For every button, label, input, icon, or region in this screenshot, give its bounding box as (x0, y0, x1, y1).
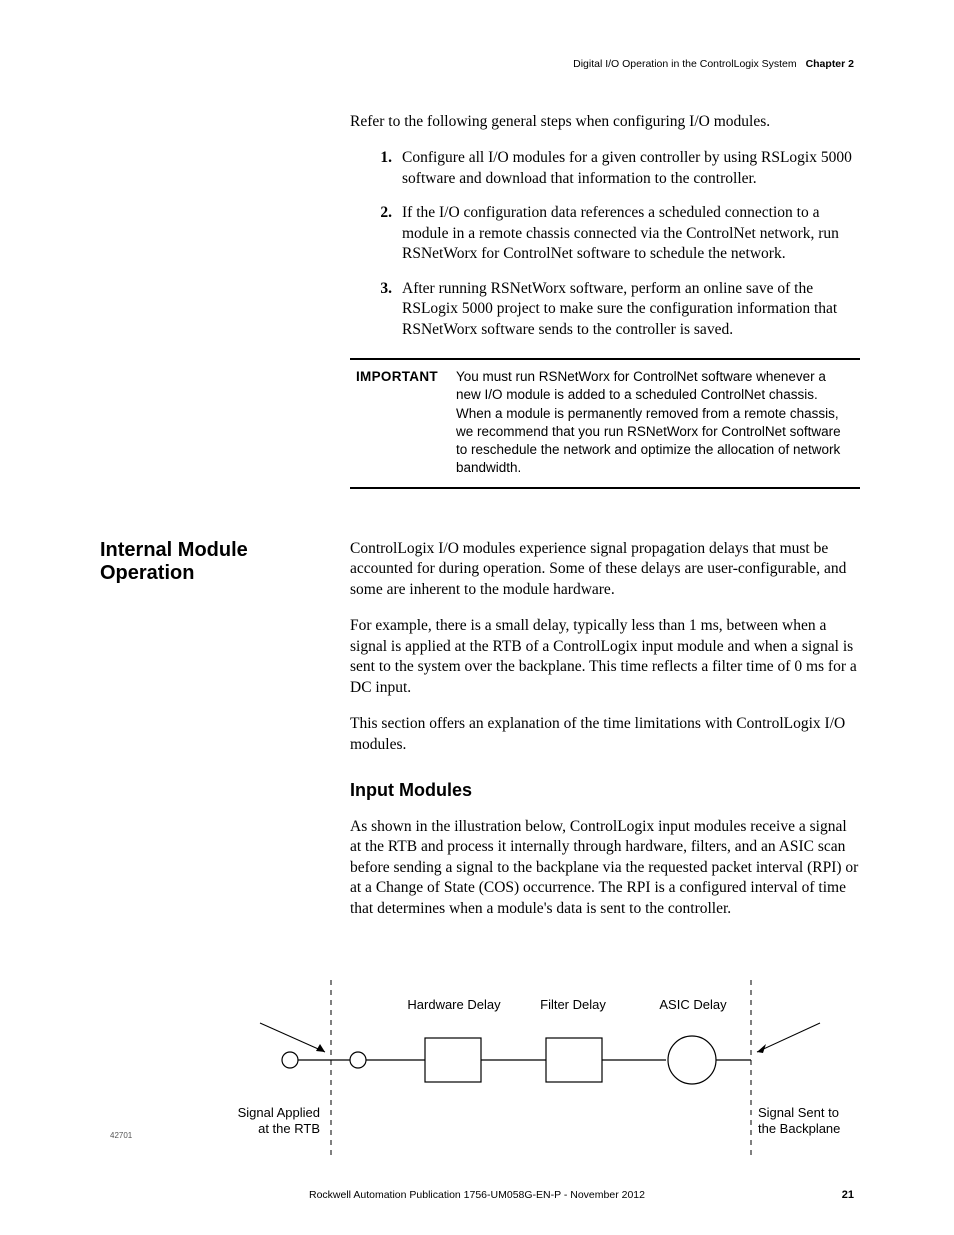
step-item: 3. After running RSNetWorx software, per… (350, 279, 860, 340)
important-text: You must run RSNetWorx for ControlNet so… (456, 368, 860, 477)
footer-publication: Rockwell Automation Publication 1756-UM0… (0, 1189, 954, 1201)
footer-page-number: 21 (842, 1189, 854, 1201)
step-item: 1. Configure all I/O modules for a given… (350, 148, 860, 189)
diagram-id: 42701 (110, 1131, 132, 1140)
body-paragraph: As shown in the illustration below, Cont… (350, 817, 860, 919)
body-paragraph: For example, there is a small delay, typ… (350, 616, 860, 698)
running-header: Digital I/O Operation in the ControlLogi… (573, 58, 854, 70)
header-section-title: Digital I/O Operation in the ControlLogi… (573, 58, 797, 70)
step-text: After running RSNetWorx software, perfor… (402, 279, 860, 340)
input-modules-diagram: 42701 Hardware Delay Filter Delay ASIC D… (230, 980, 860, 1170)
body-paragraph: This section offers an explanation of th… (350, 714, 860, 755)
important-callout: IMPORTANT You must run RSNetWorx for Con… (350, 358, 860, 489)
step-text: If the I/O configuration data references… (402, 203, 860, 264)
sub-heading: Input Modules (350, 779, 860, 803)
step-number: 2. (350, 203, 402, 264)
steps-list: 1. Configure all I/O modules for a given… (350, 148, 860, 340)
diagram-svg (230, 980, 860, 1170)
step-text: Configure all I/O modules for a given co… (402, 148, 860, 189)
step-number: 3. (350, 279, 402, 340)
step-number: 1. (350, 148, 402, 189)
step-item: 2. If the I/O configuration data referen… (350, 203, 860, 264)
important-label: IMPORTANT (350, 368, 456, 477)
header-chapter: Chapter 2 (806, 58, 854, 70)
section-heading: Internal Module Operation (100, 539, 320, 585)
body-paragraph: ControlLogix I/O modules experience sign… (350, 539, 860, 600)
intro-paragraph: Refer to the following general steps whe… (350, 112, 860, 132)
